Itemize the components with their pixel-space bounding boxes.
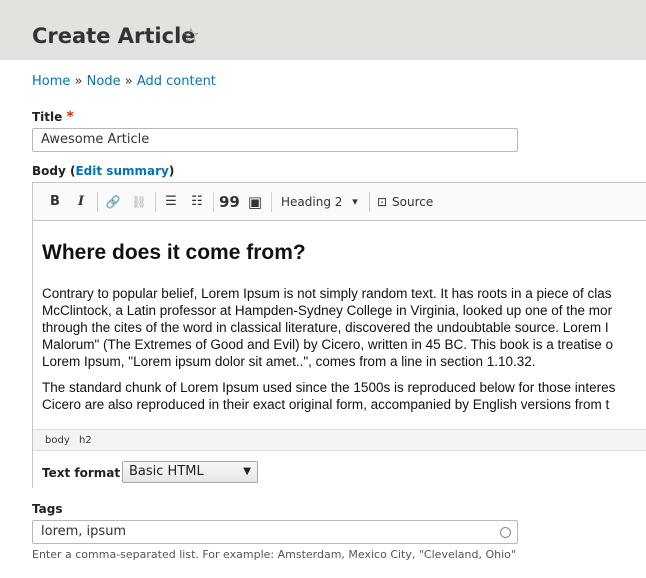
chevron-down-icon[interactable]: ▾ bbox=[349, 192, 361, 212]
editor-toolbar: B I 🔗 ⛓ ☰ ☷ 99 ▣ Heading 2 ▾ ⊡ Source bbox=[33, 183, 646, 221]
chevron-down-icon: ▼ bbox=[243, 466, 251, 477]
content-line: through the cites of the word in classic… bbox=[42, 320, 609, 335]
rich-text-editor: B I 🔗 ⛓ ☰ ☷ 99 ▣ Heading 2 ▾ ⊡ Source Wh… bbox=[32, 182, 646, 489]
title-label: Title * bbox=[32, 109, 74, 125]
source-button[interactable]: Source bbox=[392, 192, 436, 212]
autocomplete-icon bbox=[500, 527, 511, 538]
body-label-text: Body bbox=[32, 164, 66, 178]
toolbar-separator bbox=[213, 192, 214, 212]
italic-button[interactable]: I bbox=[72, 192, 90, 212]
heading-select[interactable]: Heading 2 bbox=[281, 192, 345, 212]
title-label-text: Title bbox=[32, 110, 63, 124]
toolbar-separator bbox=[97, 192, 98, 212]
text-format-row: Text format Basic HTML ▼ bbox=[33, 451, 646, 489]
tags-label: Tags bbox=[32, 502, 63, 516]
title-input[interactable]: Awesome Article bbox=[32, 128, 518, 152]
star-icon[interactable]: ☆ bbox=[182, 23, 200, 47]
content-line: Contrary to popular belief, Lorem Ipsum … bbox=[42, 286, 612, 301]
tags-value: lorem, ipsum bbox=[41, 524, 127, 539]
text-format-value: Basic HTML bbox=[129, 464, 204, 479]
body-paren-close: ) bbox=[168, 164, 175, 178]
blockquote-icon[interactable]: 99 bbox=[219, 192, 240, 212]
edit-summary-link[interactable]: Edit summary bbox=[75, 164, 168, 178]
breadcrumb: Home » Node » Add content bbox=[32, 74, 216, 89]
content-line: Lorem Ipsum, "Lorem ipsum dolor sit amet… bbox=[42, 354, 536, 369]
image-icon[interactable]: ▣ bbox=[245, 192, 265, 212]
element-path-bar: body h2 bbox=[33, 429, 646, 451]
toolbar-separator bbox=[271, 192, 272, 212]
bold-button[interactable]: B bbox=[46, 192, 64, 212]
breadcrumb-home[interactable]: Home bbox=[32, 74, 70, 89]
breadcrumb-separator: » bbox=[124, 74, 133, 89]
path-item-h2[interactable]: h2 bbox=[79, 435, 92, 446]
tags-input[interactable]: lorem, ipsum bbox=[32, 520, 518, 544]
toolbar-separator bbox=[369, 192, 370, 212]
toolbar-separator bbox=[155, 192, 156, 212]
breadcrumb-add-content[interactable]: Add content bbox=[137, 74, 216, 89]
text-format-label: Text format bbox=[42, 466, 121, 480]
content-line: McClintock, a Latin professor at Hampden… bbox=[42, 303, 613, 318]
unlink-icon[interactable]: ⛓ bbox=[129, 192, 149, 212]
text-format-select[interactable]: Basic HTML ▼ bbox=[122, 461, 258, 483]
link-icon[interactable]: 🔗 bbox=[103, 192, 123, 212]
body-label: Body (Edit summary) bbox=[32, 164, 174, 178]
content-line: Cicero are also reproduced in their exac… bbox=[42, 397, 610, 412]
editor-content[interactable]: Where does it come from? Contrary to pop… bbox=[33, 221, 646, 429]
path-item-body[interactable]: body bbox=[45, 435, 70, 446]
source-icon[interactable]: ⊡ bbox=[375, 192, 389, 212]
required-mark: * bbox=[66, 109, 74, 125]
tags-help-text: Enter a comma-separated list. For exampl… bbox=[32, 548, 516, 561]
numbered-list-icon[interactable]: ☷ bbox=[187, 192, 207, 212]
page-title: Create Article bbox=[32, 24, 196, 48]
content-line: Malorum" (The Extremes of Good and Evil)… bbox=[42, 337, 614, 352]
content-heading: Where does it come from? bbox=[42, 241, 306, 264]
breadcrumb-node[interactable]: Node bbox=[87, 74, 121, 89]
content-line: The standard chunk of Lorem Ipsum used s… bbox=[42, 380, 616, 395]
bulleted-list-icon[interactable]: ☰ bbox=[161, 192, 181, 212]
breadcrumb-separator: » bbox=[74, 74, 83, 89]
